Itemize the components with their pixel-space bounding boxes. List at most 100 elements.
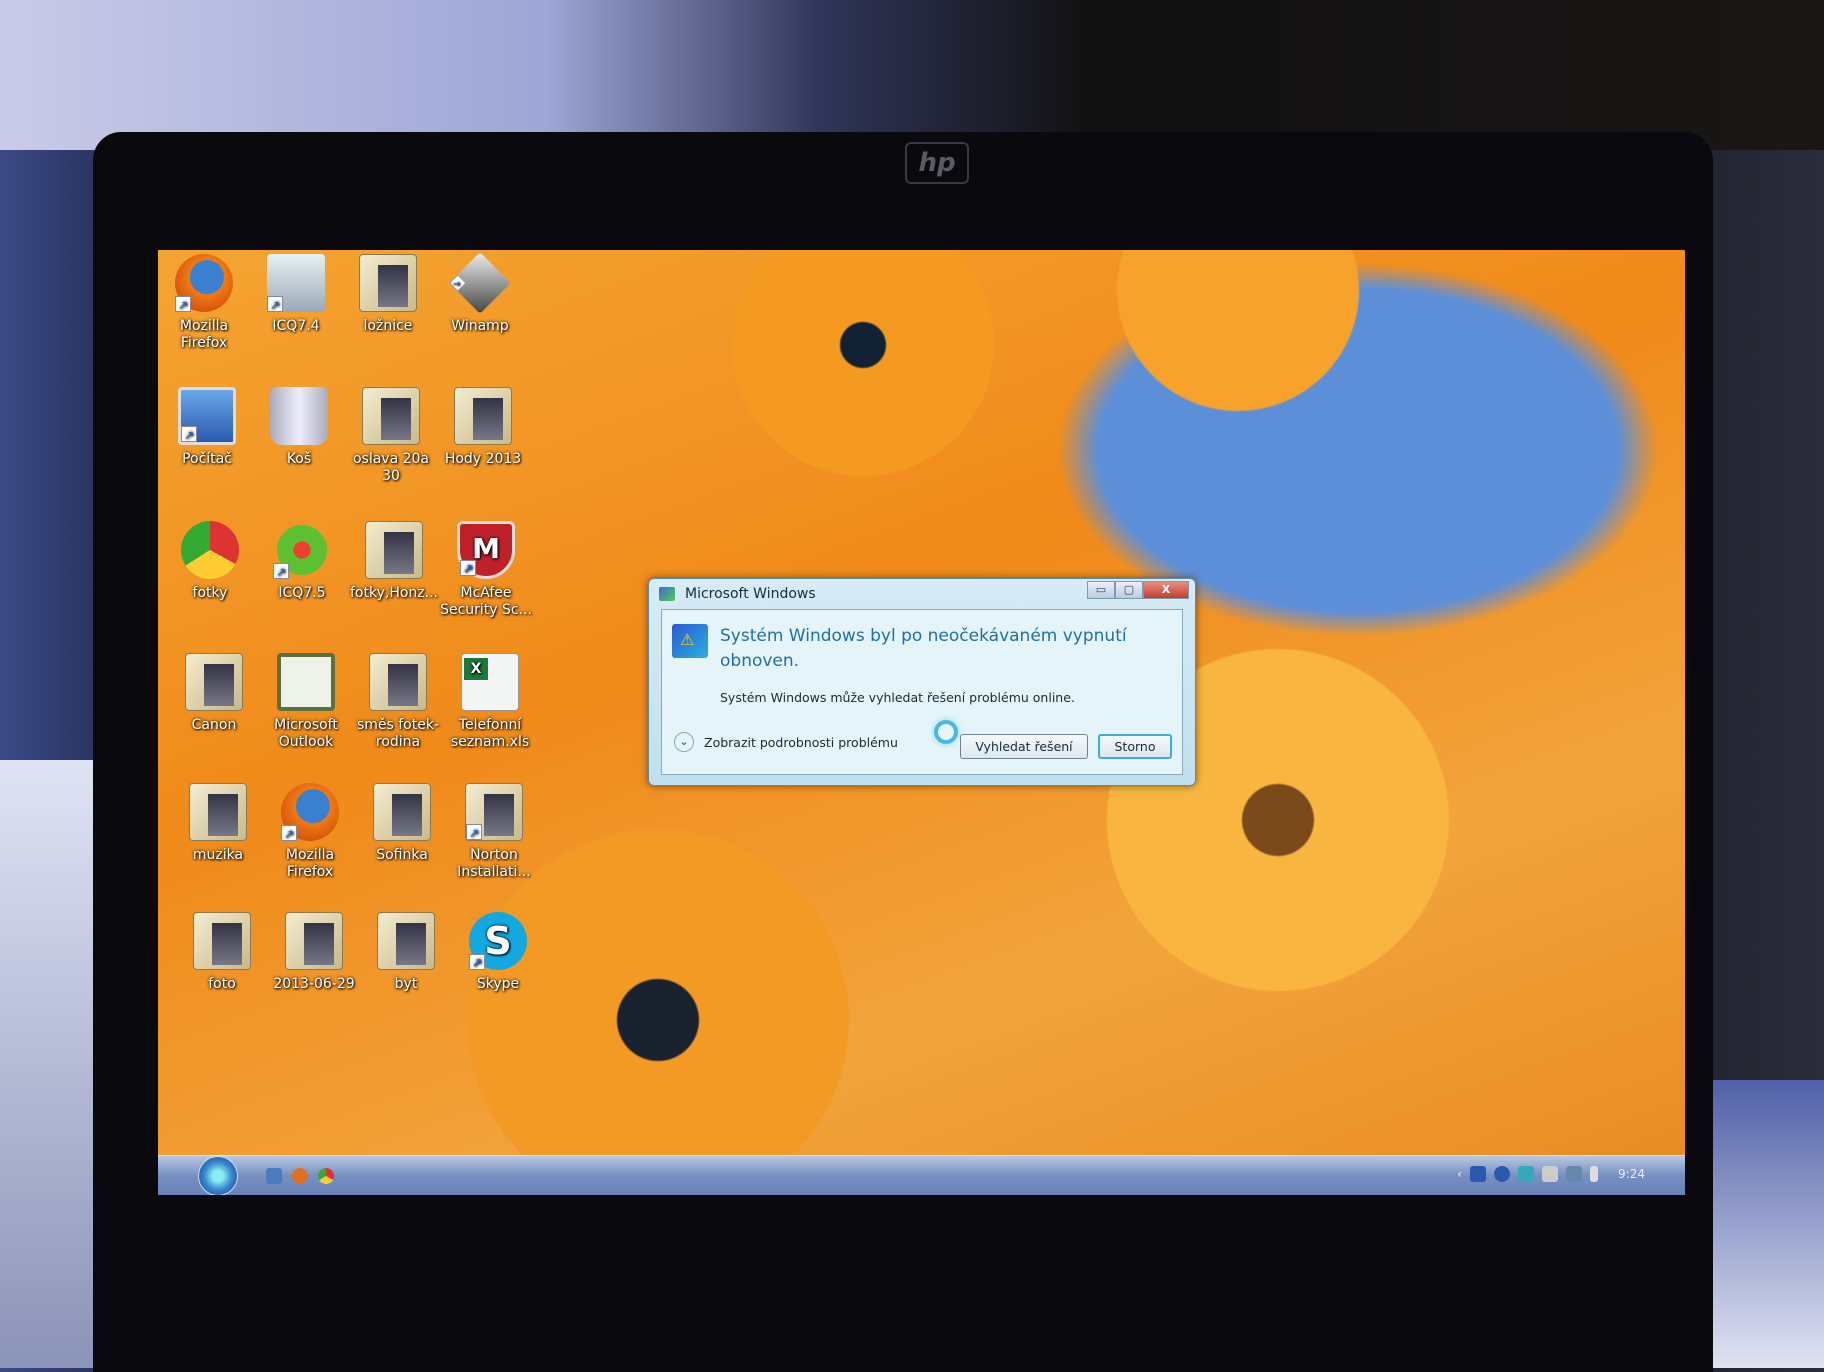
desktop-icon[interactable]: S ↗ Skype	[450, 912, 546, 993]
skype-icon: S ↗	[469, 912, 527, 970]
desktop-icon[interactable]: Telefonní seznam.xls	[442, 653, 538, 751]
desktop-icon-label: muzika	[192, 847, 244, 863]
desktop-icon-label: Norton Installati...	[457, 847, 531, 880]
network-adapter-icon[interactable]	[1470, 1166, 1487, 1182]
taskbar: ‹ 9:24	[158, 1155, 1685, 1195]
mcafee-icon: M ↗	[457, 521, 515, 579]
clock[interactable]: 9:24	[1618, 1167, 1645, 1181]
desktop-icon[interactable]: ↗ ICQ7.4	[248, 254, 344, 335]
desktop-icon[interactable]: foto	[174, 912, 270, 993]
system-tray: ‹ 9:24	[1457, 1166, 1645, 1182]
desktop-icon[interactable]: ložnice	[340, 254, 436, 335]
app-tray-icon[interactable]	[1518, 1166, 1535, 1182]
windows-app-icon	[659, 587, 675, 601]
action-center-icon[interactable]	[1542, 1166, 1559, 1182]
xls-icon	[461, 653, 519, 711]
desktop-icon[interactable]: fotky	[162, 521, 258, 602]
show-details-toggle[interactable]: ⌄ Zobrazit podrobnosti problému	[674, 732, 898, 752]
minimize-button[interactable]: ▭	[1087, 581, 1115, 599]
desktop-icon-label: 2013-06-29	[273, 976, 355, 992]
outlook-icon	[277, 653, 335, 711]
desktop-icon-label: Hody 2013	[444, 451, 522, 467]
folder-icon	[377, 912, 435, 970]
desktop-icon[interactable]: ↗ Winamp	[432, 252, 528, 335]
hp-logo: hp	[905, 142, 969, 184]
folder-icon	[365, 521, 423, 579]
desktop-icon[interactable]: oslava 20a 30	[343, 387, 439, 485]
desktop-icon[interactable]: 2013-06-29	[266, 912, 362, 993]
desktop-icon-label: McAfee Security Sc...	[440, 585, 532, 618]
desktop-icon[interactable]: ↗ Mozilla Firefox	[262, 783, 358, 881]
folder-icon	[185, 653, 243, 711]
desktop-icon[interactable]: M ↗ McAfee Security Sc...	[438, 521, 534, 619]
search-solution-button[interactable]: Vyhledat řešení	[960, 734, 1088, 759]
desktop-icon[interactable]: fotky,Honz...	[346, 521, 442, 602]
desktop-icon-label: Počítač	[182, 451, 232, 467]
pc-icon: ↗	[178, 387, 236, 445]
shortcut-arrow-icon: ↗	[267, 296, 283, 312]
maximize-button[interactable]: ▢	[1115, 581, 1143, 599]
shortcut-arrow-icon: ↗	[281, 825, 297, 841]
winamp-icon: ↗	[449, 252, 511, 314]
shortcut-arrow-icon: ↗	[449, 274, 467, 292]
warning-shield-icon: ⚠	[672, 624, 708, 658]
dialog-body: ⚠ Systém Windows byl po neočekávaném vyp…	[661, 609, 1183, 775]
desktop-icon-label: Microsoft Outlook	[274, 717, 338, 750]
folder-icon	[362, 387, 420, 445]
firefox-icon: ↗	[281, 783, 339, 841]
desktop-icon[interactable]: Hody 2013	[435, 387, 531, 468]
desktop-icon[interactable]: směs fotek-rodina	[350, 653, 446, 751]
chrome-taskbar-icon[interactable]	[318, 1168, 334, 1184]
details-label: Zobrazit podrobnosti problému	[704, 734, 898, 750]
desktop-icon-label: fotky	[192, 585, 228, 601]
chevron-down-icon: ⌄	[674, 732, 694, 752]
tray-expand-button[interactable]: ‹	[1457, 1167, 1462, 1181]
desktop-icon-label: Winamp	[451, 318, 509, 334]
desktop-icon-label: oslava 20a 30	[352, 451, 430, 484]
desktop-icon-label: ICQ7.5	[278, 585, 326, 601]
volume-icon[interactable]	[1590, 1166, 1599, 1182]
desktop-icon-label: foto	[208, 976, 236, 992]
start-button[interactable]	[198, 1156, 238, 1195]
cancel-button[interactable]: Storno	[1098, 734, 1172, 759]
folder-icon	[189, 783, 247, 841]
firefox-taskbar-icon[interactable]	[292, 1168, 308, 1184]
bluetooth-icon[interactable]	[1494, 1166, 1511, 1182]
show-desktop-icon[interactable]	[266, 1168, 282, 1184]
chrome-icon	[181, 521, 239, 579]
desktop-icon-label: Skype	[476, 976, 520, 992]
desktop-icon[interactable]: ↗ Mozilla Firefox	[158, 254, 252, 352]
close-button[interactable]: X	[1143, 581, 1189, 599]
background-room-window	[0, 0, 1824, 150]
desktop-icon-label: Canon	[191, 717, 237, 733]
firefox-icon: ↗	[175, 254, 233, 312]
desktop-icon-label: Koš	[286, 451, 312, 467]
folder-icon: ↗	[465, 783, 523, 841]
desktop-icon[interactable]: byt	[358, 912, 454, 993]
desktop-icon[interactable]: ↗ Norton Installati...	[446, 783, 542, 881]
dialog-title: Microsoft Windows	[685, 586, 816, 602]
desktop-icon[interactable]: ↗ Počítač	[159, 387, 255, 468]
desktop-icon-label: Mozilla Firefox	[179, 318, 229, 351]
desktop-icon[interactable]: Koš	[251, 387, 347, 468]
folder-icon	[369, 653, 427, 711]
folder-icon	[359, 254, 417, 312]
desktop-icon[interactable]: Canon	[166, 653, 262, 734]
desktop-icon[interactable]: muzika	[170, 783, 266, 864]
window-controls: ▭ ▢ X	[1087, 581, 1189, 599]
desktop-icon-label: Sofinka	[376, 847, 428, 863]
folder-icon	[193, 912, 251, 970]
shortcut-arrow-icon: ↗	[469, 954, 485, 970]
dialog-heading: Systém Windows byl po neočekávaném vypnu…	[720, 626, 1127, 671]
desktop-icon-label: Mozilla Firefox	[285, 847, 335, 880]
desktop-icon[interactable]: Microsoft Outlook	[258, 653, 354, 751]
icq-icon: ↗	[273, 521, 331, 579]
desktop-icon-label: Telefonní seznam.xls	[450, 717, 530, 750]
desktop-icon[interactable]: Sofinka	[354, 783, 450, 864]
dialog-message: Systém Windows může vyhledat řešení prob…	[720, 690, 1075, 705]
desktop-icon[interactable]: ↗ ICQ7.5	[254, 521, 350, 602]
desktop-icon-label: fotky,Honz...	[350, 585, 438, 601]
busy-spinner-icon	[934, 720, 958, 744]
network-warning-icon[interactable]	[1566, 1166, 1583, 1182]
shortcut-arrow-icon: ↗	[175, 296, 191, 312]
